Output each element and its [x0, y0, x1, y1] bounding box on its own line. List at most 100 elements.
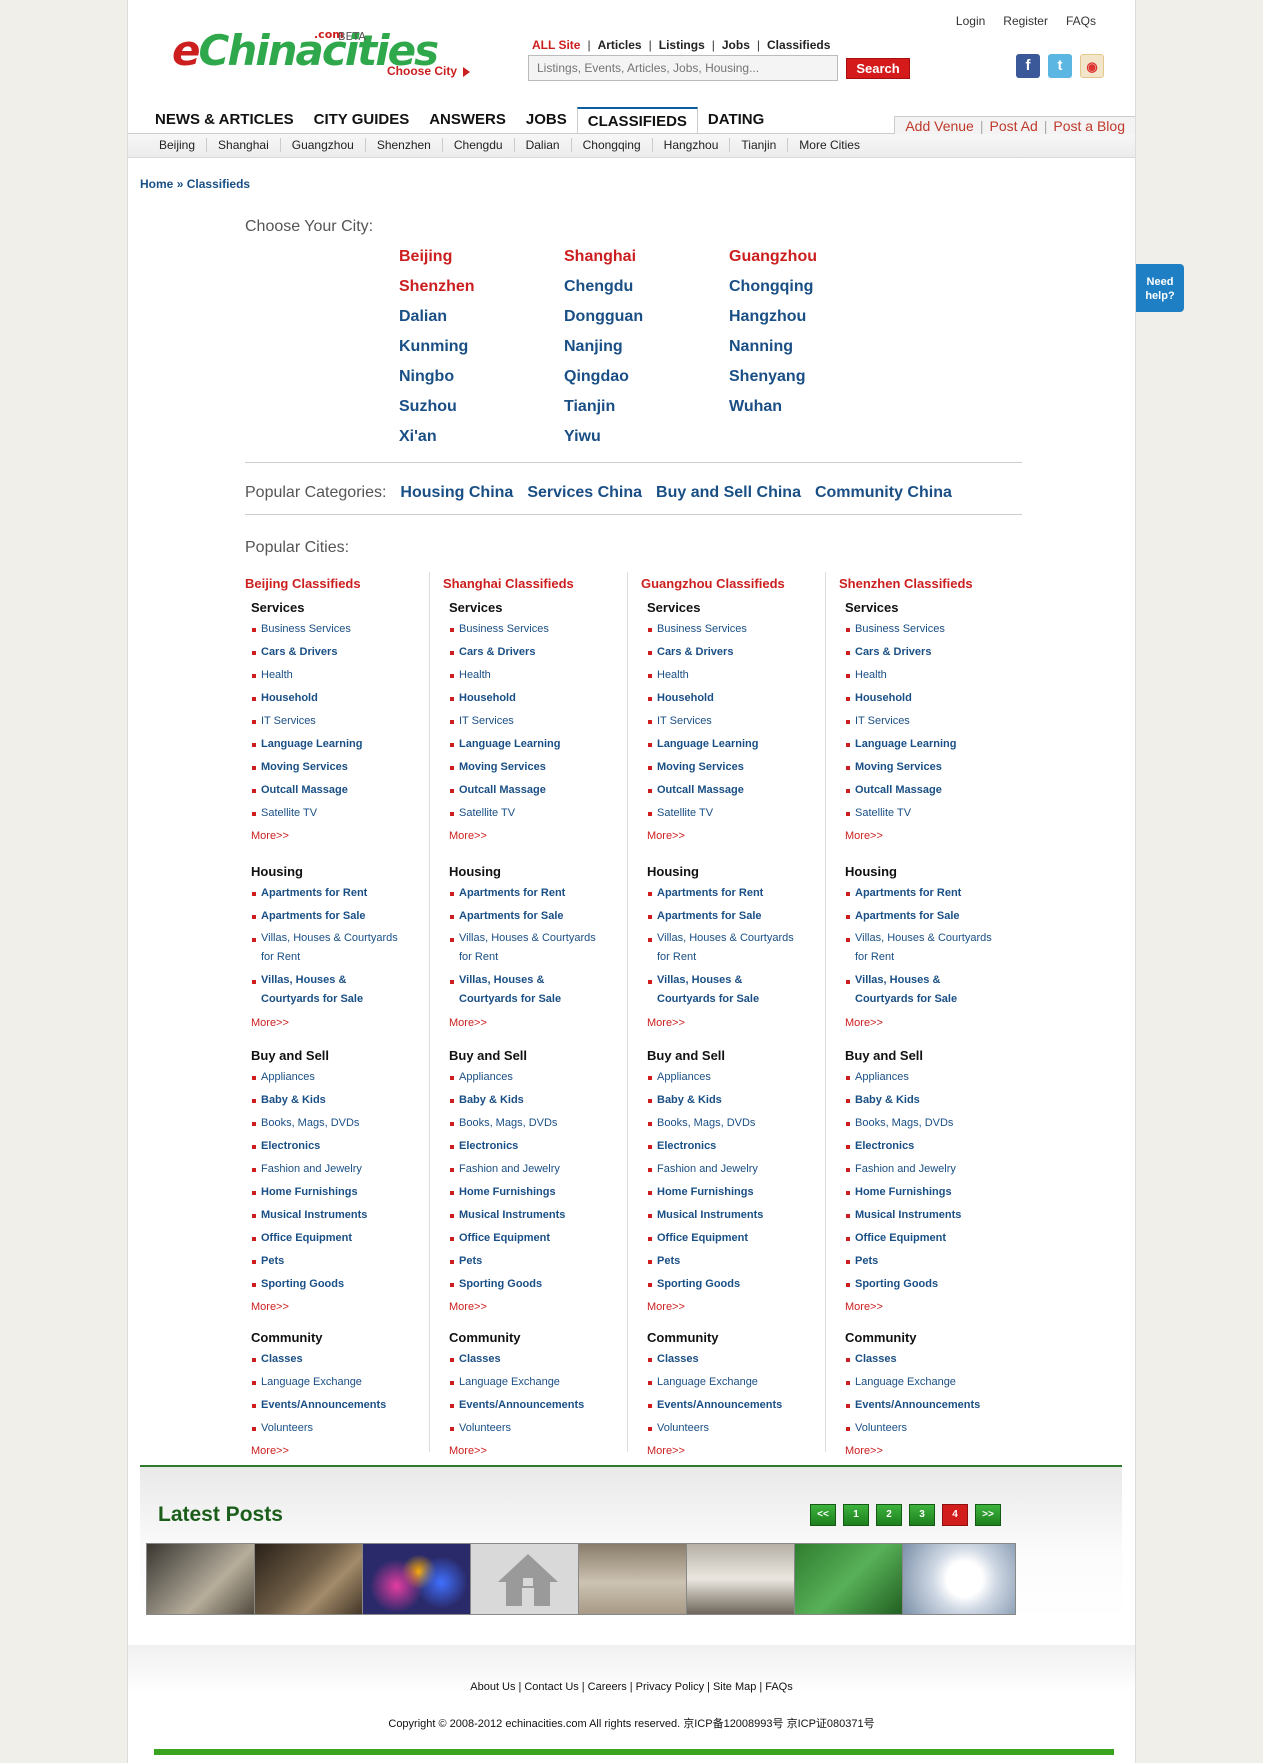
category-link[interactable]: Satellite TV — [845, 802, 956, 825]
category-link[interactable]: Language Learning — [251, 733, 362, 756]
category-link[interactable]: Apartments for Sale — [251, 905, 401, 928]
city-link[interactable]: Kunming — [399, 338, 468, 356]
category-link[interactable]: Fashion and Jewelry — [647, 1158, 763, 1181]
citybar-dalian[interactable]: Dalian — [515, 138, 572, 152]
category-link[interactable]: IT Services — [845, 710, 956, 733]
twitter-icon[interactable]: t — [1048, 54, 1072, 78]
category-link[interactable]: Home Furnishings — [251, 1181, 367, 1204]
category-link[interactable]: Business Services — [449, 618, 560, 641]
category-link[interactable]: Events/Announcements — [845, 1394, 980, 1417]
breadcrumb-home[interactable]: Home — [140, 177, 173, 191]
category-link[interactable]: Health — [449, 664, 560, 687]
category-link[interactable]: Language Exchange — [449, 1371, 584, 1394]
category-link[interactable]: IT Services — [647, 710, 758, 733]
city-link[interactable]: Wuhan — [729, 398, 782, 416]
category-link[interactable]: Books, Mags, DVDs — [845, 1112, 961, 1135]
nav-city-guides[interactable]: CITY GUIDES — [304, 107, 420, 134]
category-link[interactable]: Apartments for Rent — [251, 882, 401, 905]
city-link[interactable]: Suzhou — [399, 398, 457, 416]
category-link[interactable]: Musical Instruments — [251, 1204, 367, 1227]
category-link[interactable]: Villas, Houses & Courtyards for Rent — [647, 928, 797, 970]
pager-button[interactable]: 4 — [942, 1504, 968, 1526]
footer-contact-us[interactable]: Contact Us — [524, 1681, 578, 1693]
category-link[interactable]: Language Learning — [845, 733, 956, 756]
citybar-chengdu[interactable]: Chengdu — [443, 138, 515, 152]
category-link[interactable]: Business Services — [251, 618, 362, 641]
citybar-tianjin[interactable]: Tianjin — [730, 138, 789, 152]
nav-news-articles[interactable]: NEWS & ARTICLES — [145, 107, 304, 134]
category-link[interactable]: Pets — [251, 1250, 367, 1273]
city-link[interactable]: Dalian — [399, 308, 447, 326]
more-link[interactable]: More>> — [449, 1440, 584, 1463]
city-link[interactable]: Ningbo — [399, 368, 454, 386]
category-link[interactable]: Villas, Houses & Courtyards for Sale — [647, 970, 797, 1012]
category-link[interactable]: Apartments for Rent — [647, 882, 797, 905]
category-link[interactable]: IT Services — [449, 710, 560, 733]
category-link[interactable]: Apartments for Sale — [449, 905, 599, 928]
category-link[interactable]: Villas, Houses & Courtyards for Rent — [251, 928, 401, 970]
category-link[interactable]: Apartments for Rent — [845, 882, 995, 905]
citybar-hangzhou[interactable]: Hangzhou — [653, 138, 731, 152]
city-link[interactable]: Chongqing — [729, 278, 813, 296]
category-link[interactable]: Business Services — [845, 618, 956, 641]
category-link[interactable]: Fashion and Jewelry — [449, 1158, 565, 1181]
scope-listings[interactable]: Listings — [659, 38, 705, 52]
more-link[interactable]: More>> — [845, 1440, 980, 1463]
city-link[interactable]: Hangzhou — [729, 308, 806, 326]
category-link[interactable]: Electronics — [449, 1135, 565, 1158]
category-link[interactable]: Appliances — [647, 1066, 763, 1089]
category-link[interactable]: Volunteers — [647, 1417, 782, 1440]
category-link[interactable]: Musical Instruments — [449, 1204, 565, 1227]
pager-button[interactable]: << — [810, 1504, 836, 1526]
more-link[interactable]: More>> — [251, 1440, 386, 1463]
category-link[interactable]: Events/Announcements — [251, 1394, 386, 1417]
weibo-icon[interactable]: ◉ — [1080, 54, 1104, 78]
category-link[interactable]: Office Equipment — [845, 1227, 961, 1250]
category-link[interactable]: Villas, Houses & Courtyards for Rent — [845, 928, 995, 970]
scope-classifieds[interactable]: Classifieds — [767, 38, 830, 52]
citybar-more-cities[interactable]: More Cities — [788, 138, 871, 152]
pager-button[interactable]: >> — [975, 1504, 1001, 1526]
category-housing-china[interactable]: Housing China — [400, 484, 513, 501]
more-link[interactable]: More>> — [845, 1296, 961, 1319]
citybar-beijing[interactable]: Beijing — [148, 138, 208, 152]
category-link[interactable]: Health — [251, 664, 362, 687]
more-link[interactable]: More>> — [647, 1012, 797, 1035]
footer-about-us[interactable]: About Us — [470, 1681, 515, 1693]
category-link[interactable]: Moving Services — [449, 756, 560, 779]
category-link[interactable]: Books, Mags, DVDs — [251, 1112, 367, 1135]
nav-classifieds[interactable]: CLASSIFIEDS — [576, 107, 698, 134]
scope-all-site[interactable]: ALL Site — [532, 38, 580, 52]
more-link[interactable]: More>> — [251, 825, 362, 848]
category-link[interactable]: Baby & Kids — [449, 1089, 565, 1112]
category-link[interactable]: Household — [449, 687, 560, 710]
category-link[interactable]: Moving Services — [251, 756, 362, 779]
living-room-photo[interactable] — [578, 1543, 692, 1615]
category-link[interactable]: Health — [845, 664, 956, 687]
category-link[interactable]: Cars & Drivers — [647, 641, 758, 664]
scope-jobs[interactable]: Jobs — [722, 38, 750, 52]
footer-site-map[interactable]: Site Map — [713, 1681, 756, 1693]
category-link[interactable]: Fashion and Jewelry — [845, 1158, 961, 1181]
more-link[interactable]: More>> — [647, 1296, 763, 1319]
category-link[interactable]: Office Equipment — [647, 1227, 763, 1250]
category-link[interactable]: Satellite TV — [647, 802, 758, 825]
footer-careers[interactable]: Careers — [588, 1681, 627, 1693]
category-link[interactable]: Apartments for Sale — [845, 905, 995, 928]
citybar-shenzhen[interactable]: Shenzhen — [366, 138, 443, 152]
category-link[interactable]: Appliances — [251, 1066, 367, 1089]
city-link[interactable]: Xi'an — [399, 428, 437, 446]
category-link[interactable]: Apartments for Sale — [647, 905, 797, 928]
pager-button[interactable]: 3 — [909, 1504, 935, 1526]
more-link[interactable]: More>> — [845, 825, 956, 848]
category-link[interactable]: Office Equipment — [251, 1227, 367, 1250]
city-link[interactable]: Beijing — [399, 248, 452, 266]
city-link[interactable]: Tianjin — [564, 398, 615, 416]
city-classifieds-title[interactable]: Beijing Classifieds — [245, 576, 361, 591]
breadcrumb-current[interactable]: Classifieds — [187, 177, 250, 191]
category-link[interactable]: Villas, Houses & Courtyards for Rent — [449, 928, 599, 970]
footer-privacy-policy[interactable]: Privacy Policy — [636, 1681, 704, 1693]
furnished-room-photo[interactable] — [254, 1543, 368, 1615]
city-link[interactable]: Guangzhou — [729, 248, 817, 266]
mahjong-table-photo[interactable] — [794, 1543, 908, 1615]
